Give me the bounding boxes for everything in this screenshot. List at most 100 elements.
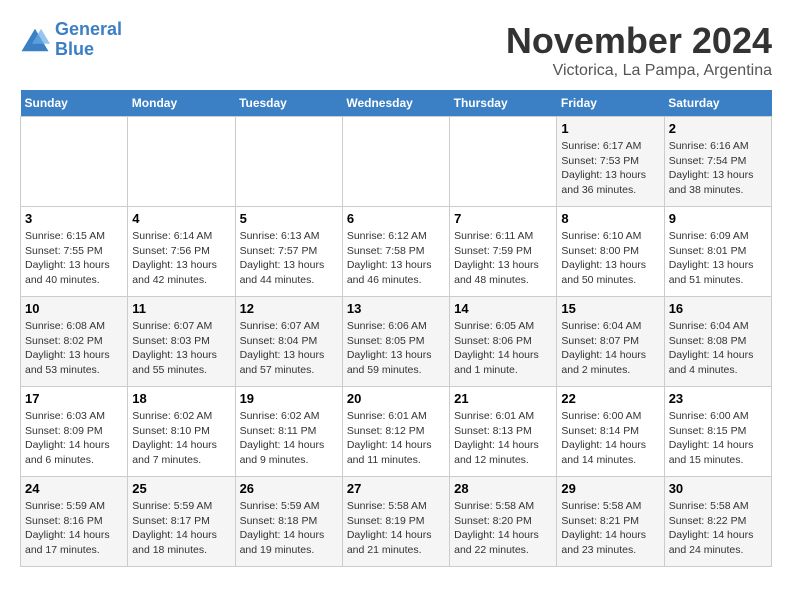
day-info: Sunrise: 5:58 AM Sunset: 8:21 PM Dayligh…	[561, 499, 659, 558]
calendar-cell: 20Sunrise: 6:01 AM Sunset: 8:12 PM Dayli…	[342, 387, 449, 477]
calendar-cell: 3 Sunrise: 6:15 AM Sunset: 7:55 PM Daylig…	[21, 207, 128, 297]
logo: General Blue	[20, 20, 122, 60]
calendar-cell: 24 Sunrise: 5:59 AM Sunset: 8:16 PM Dayli…	[21, 477, 128, 567]
day-info: Sunrise: 6:02 AM Sunset: 8:10 PM Dayligh…	[132, 409, 230, 468]
calendar-cell: 29 Sunrise: 5:58 AM Sunset: 8:21 PM Dayli…	[557, 477, 664, 567]
logo-line2: Blue	[55, 39, 94, 59]
day-number: 29	[561, 481, 659, 496]
day-info: Sunrise: 6:14 AM Sunset: 7:56 PM Dayligh…	[132, 229, 230, 288]
calendar-cell	[128, 117, 235, 207]
calendar-cell: 25 Sunrise: 5:59 AM Sunset: 8:17 PM Dayli…	[128, 477, 235, 567]
day-info: Sunrise: 6:03 AM Sunset: 8:09 PM Dayligh…	[25, 409, 123, 468]
calendar-cell: 4 Sunrise: 6:14 AM Sunset: 7:56 PM Daylig…	[128, 207, 235, 297]
weekday-header: Friday	[557, 90, 664, 117]
day-number: 27	[347, 481, 445, 496]
calendar-cell: 21Sunrise: 6:01 AM Sunset: 8:13 PM Dayli…	[450, 387, 557, 477]
calendar-cell: 23Sunrise: 6:00 AM Sunset: 8:15 PM Dayli…	[664, 387, 771, 477]
calendar-cell: 15 Sunrise: 6:04 AM Sunset: 8:07 PM Dayli…	[557, 297, 664, 387]
day-info: Sunrise: 6:08 AM Sunset: 8:02 PM Dayligh…	[25, 319, 123, 378]
day-info: Sunrise: 6:04 AM Sunset: 8:08 PM Dayligh…	[669, 319, 767, 378]
weekday-header-row: SundayMondayTuesdayWednesdayThursdayFrid…	[21, 90, 772, 117]
day-info: Sunrise: 5:59 AM Sunset: 8:16 PM Dayligh…	[25, 499, 123, 558]
day-number: 12	[240, 301, 338, 316]
day-info: Sunrise: 6:11 AM Sunset: 7:59 PM Dayligh…	[454, 229, 552, 288]
calendar-cell: 9 Sunrise: 6:09 AM Sunset: 8:01 PM Daylig…	[664, 207, 771, 297]
title-block: November 2024 Victorica, La Pampa, Argen…	[506, 20, 772, 80]
calendar-cell: 18Sunrise: 6:02 AM Sunset: 8:10 PM Dayli…	[128, 387, 235, 477]
day-number: 28	[454, 481, 552, 496]
day-number: 22	[561, 391, 659, 406]
logo-text: General Blue	[55, 20, 122, 60]
calendar-cell: 13 Sunrise: 6:06 AM Sunset: 8:05 PM Dayli…	[342, 297, 449, 387]
calendar-cell: 7 Sunrise: 6:11 AM Sunset: 7:59 PM Daylig…	[450, 207, 557, 297]
calendar-cell: 5Sunrise: 6:13 AM Sunset: 7:57 PM Daylig…	[235, 207, 342, 297]
day-info: Sunrise: 6:01 AM Sunset: 8:13 PM Dayligh…	[454, 409, 552, 468]
calendar-cell: 26Sunrise: 5:59 AM Sunset: 8:18 PM Dayli…	[235, 477, 342, 567]
day-number: 17	[25, 391, 123, 406]
calendar-week-row: 24 Sunrise: 5:59 AM Sunset: 8:16 PM Dayli…	[21, 477, 772, 567]
day-info: Sunrise: 6:16 AM Sunset: 7:54 PM Dayligh…	[669, 139, 767, 198]
calendar-cell: 1 Sunrise: 6:17 AM Sunset: 7:53 PM Daylig…	[557, 117, 664, 207]
calendar-cell: 16 Sunrise: 6:04 AM Sunset: 8:08 PM Dayli…	[664, 297, 771, 387]
day-number: 7	[454, 211, 552, 226]
day-number: 11	[132, 301, 230, 316]
month-title: November 2024	[506, 20, 772, 62]
calendar-cell: 30Sunrise: 5:58 AM Sunset: 8:22 PM Dayli…	[664, 477, 771, 567]
weekday-header: Thursday	[450, 90, 557, 117]
calendar-cell: 28Sunrise: 5:58 AM Sunset: 8:20 PM Dayli…	[450, 477, 557, 567]
day-number: 24	[25, 481, 123, 496]
day-info: Sunrise: 5:59 AM Sunset: 8:17 PM Dayligh…	[132, 499, 230, 558]
page-header: General Blue November 2024 Victorica, La…	[20, 20, 772, 80]
calendar-cell: 10 Sunrise: 6:08 AM Sunset: 8:02 PM Dayli…	[21, 297, 128, 387]
calendar-cell: 17 Sunrise: 6:03 AM Sunset: 8:09 PM Dayli…	[21, 387, 128, 477]
calendar-cell	[21, 117, 128, 207]
logo-icon	[20, 25, 50, 55]
day-number: 4	[132, 211, 230, 226]
day-number: 19	[240, 391, 338, 406]
weekday-header: Sunday	[21, 90, 128, 117]
calendar-week-row: 3 Sunrise: 6:15 AM Sunset: 7:55 PM Daylig…	[21, 207, 772, 297]
day-number: 16	[669, 301, 767, 316]
day-number: 1	[561, 121, 659, 136]
calendar-cell	[235, 117, 342, 207]
calendar-cell: 8 Sunrise: 6:10 AM Sunset: 8:00 PM Daylig…	[557, 207, 664, 297]
day-info: Sunrise: 5:59 AM Sunset: 8:18 PM Dayligh…	[240, 499, 338, 558]
day-number: 10	[25, 301, 123, 316]
calendar-cell: 22 Sunrise: 6:00 AM Sunset: 8:14 PM Dayli…	[557, 387, 664, 477]
day-number: 2	[669, 121, 767, 136]
calendar-cell: 2 Sunrise: 6:16 AM Sunset: 7:54 PM Daylig…	[664, 117, 771, 207]
day-number: 20	[347, 391, 445, 406]
day-info: Sunrise: 6:06 AM Sunset: 8:05 PM Dayligh…	[347, 319, 445, 378]
calendar-cell: 6Sunrise: 6:12 AM Sunset: 7:58 PM Daylig…	[342, 207, 449, 297]
calendar-cell: 14Sunrise: 6:05 AM Sunset: 8:06 PM Dayli…	[450, 297, 557, 387]
weekday-header: Wednesday	[342, 90, 449, 117]
calendar-week-row: 1 Sunrise: 6:17 AM Sunset: 7:53 PM Daylig…	[21, 117, 772, 207]
day-number: 3	[25, 211, 123, 226]
calendar-cell: 19 Sunrise: 6:02 AM Sunset: 8:11 PM Dayli…	[235, 387, 342, 477]
calendar-cell: 27 Sunrise: 5:58 AM Sunset: 8:19 PM Dayli…	[342, 477, 449, 567]
day-number: 13	[347, 301, 445, 316]
logo-line1: General	[55, 19, 122, 39]
day-info: Sunrise: 6:10 AM Sunset: 8:00 PM Dayligh…	[561, 229, 659, 288]
day-info: Sunrise: 6:07 AM Sunset: 8:04 PM Dayligh…	[240, 319, 338, 378]
day-number: 6	[347, 211, 445, 226]
day-info: Sunrise: 6:15 AM Sunset: 7:55 PM Dayligh…	[25, 229, 123, 288]
calendar-cell	[342, 117, 449, 207]
weekday-header: Saturday	[664, 90, 771, 117]
day-number: 25	[132, 481, 230, 496]
day-number: 9	[669, 211, 767, 226]
day-info: Sunrise: 6:00 AM Sunset: 8:14 PM Dayligh…	[561, 409, 659, 468]
day-info: Sunrise: 6:07 AM Sunset: 8:03 PM Dayligh…	[132, 319, 230, 378]
calendar-cell: 12 Sunrise: 6:07 AM Sunset: 8:04 PM Dayli…	[235, 297, 342, 387]
calendar-table: SundayMondayTuesdayWednesdayThursdayFrid…	[20, 90, 772, 567]
day-number: 8	[561, 211, 659, 226]
day-number: 5	[240, 211, 338, 226]
day-info: Sunrise: 5:58 AM Sunset: 8:19 PM Dayligh…	[347, 499, 445, 558]
weekday-header: Monday	[128, 90, 235, 117]
day-info: Sunrise: 6:04 AM Sunset: 8:07 PM Dayligh…	[561, 319, 659, 378]
day-info: Sunrise: 6:02 AM Sunset: 8:11 PM Dayligh…	[240, 409, 338, 468]
day-info: Sunrise: 6:05 AM Sunset: 8:06 PM Dayligh…	[454, 319, 552, 378]
day-number: 15	[561, 301, 659, 316]
day-info: Sunrise: 6:09 AM Sunset: 8:01 PM Dayligh…	[669, 229, 767, 288]
day-info: Sunrise: 6:17 AM Sunset: 7:53 PM Dayligh…	[561, 139, 659, 198]
